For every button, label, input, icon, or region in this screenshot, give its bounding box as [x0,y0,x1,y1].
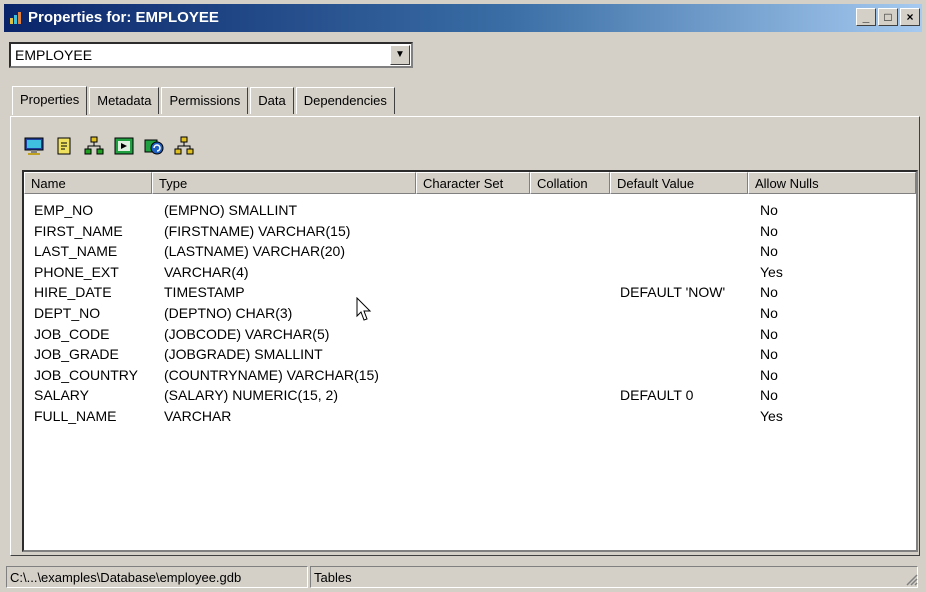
cell-type: (JOBGRADE) SMALLINT [164,346,323,363]
maximize-button[interactable]: □ [878,8,898,26]
cell-type: TIMESTAMP [164,284,245,301]
refresh-icon[interactable] [142,134,166,158]
object-selector-value: EMPLOYEE [15,47,93,63]
table-row[interactable]: FULL_NAME VARCHAR Yes [24,408,916,429]
window-title: Properties for: EMPLOYEE [28,9,219,26]
column-header-character-set[interactable]: Character Set [416,172,530,194]
table-row[interactable]: FIRST_NAME (FIRSTNAME) VARCHAR(15) No [24,223,916,244]
object-selector-dropdown[interactable]: EMPLOYEE ▼ [9,42,413,68]
cell-allow-nulls: No [760,222,778,239]
tab-dependencies[interactable]: Dependencies [295,87,395,114]
properties-window: Properties for: EMPLOYEE _ □ × EMPLOYEE … [0,0,926,592]
cell-name: FIRST_NAME [34,222,123,239]
column-header-default-value[interactable]: Default Value [610,172,748,194]
column-header-name[interactable]: Name [24,172,152,194]
cell-allow-nulls: No [760,243,778,260]
column-header-type[interactable]: Type [152,172,416,194]
cell-type: VARCHAR(4) [164,263,249,280]
table-row[interactable]: PHONE_EXT VARCHAR(4) Yes [24,264,916,285]
column-header-collation[interactable]: Collation [530,172,610,194]
cell-allow-nulls: No [760,305,778,321]
cell-name: SALARY [34,387,89,404]
cell-name: LAST_NAME [34,243,118,260]
cell-name: PHONE_EXT [34,263,119,280]
table-row[interactable]: HIRE_DATE TIMESTAMP DEFAULT 'NOW' No [24,284,916,305]
title-bar[interactable]: Properties for: EMPLOYEE _ □ × [4,4,922,32]
table-row[interactable]: JOB_COUNTRY (COUNTRYNAME) VARCHAR(15) No [24,367,916,388]
document-icon[interactable] [52,134,76,158]
cell-default-value: DEFAULT 0 [620,387,694,404]
cell-name: JOB_CODE [34,325,110,342]
resize-grip-icon[interactable] [906,574,918,586]
hierarchy-icon[interactable] [82,134,106,158]
status-bar: C:\...\examples\Database\employee.gdb Ta… [6,566,920,588]
cell-name: JOB_COUNTRY [34,366,138,383]
table-row[interactable]: EMP_NO (EMPNO) SMALLINT No [24,202,916,223]
cell-type: (JOBCODE) VARCHAR(5) [164,325,330,342]
cell-allow-nulls: No [760,387,778,404]
cell-name: FULL_NAME [34,408,117,424]
cell-allow-nulls: No [760,325,778,342]
cell-default-value: DEFAULT 'NOW' [620,284,726,301]
cell-type: (DEPTNO) CHAR(3) [164,305,293,321]
cell-type: (LASTNAME) VARCHAR(20) [164,243,345,260]
cell-name: HIRE_DATE [34,284,112,301]
status-section: Tables [310,566,918,588]
dropdown-arrow-icon[interactable]: ▼ [390,45,410,65]
tab-metadata[interactable]: Metadata [89,87,160,114]
cell-allow-nulls: Yes [760,263,783,280]
column-header-allow-nulls[interactable]: Allow Nulls [748,172,916,194]
status-path: C:\...\examples\Database\employee.gdb [6,566,308,588]
table-row[interactable]: SALARY (SALARY) NUMERIC(15, 2) DEFAULT 0 No [24,387,916,408]
tab-properties[interactable]: Properties [12,86,88,115]
cell-type: (SALARY) NUMERIC(15, 2) [164,387,339,404]
cell-type: (FIRSTNAME) VARCHAR(15) [164,222,351,239]
tree-icon[interactable] [172,134,196,158]
cell-name: EMP_NO [34,202,94,218]
toolbar [22,134,196,158]
cell-allow-nulls: No [760,366,778,383]
cell-type: VARCHAR [164,408,232,424]
cell-name: DEPT_NO [34,305,101,321]
chart-icon[interactable] [112,134,136,158]
cell-type: (EMPNO) SMALLINT [164,202,298,218]
tab-data[interactable]: Data [250,87,294,114]
cell-allow-nulls: No [760,202,778,218]
tab-strip: Properties Metadata Permissions Data Dep… [12,82,397,115]
close-button[interactable]: × [900,8,920,26]
cell-allow-nulls: No [760,284,778,301]
app-icon [10,12,21,24]
table-row[interactable]: JOB_GRADE (JOBGRADE) SMALLINT No [24,346,916,367]
columns-grid[interactable]: Name Type Character Set Collation Defaul… [22,170,918,552]
table-row[interactable]: LAST_NAME (LASTNAME) VARCHAR(20) No [24,243,916,264]
table-row[interactable]: DEPT_NO (DEPTNO) CHAR(3) No [24,305,916,326]
cell-allow-nulls: No [760,346,778,363]
mouse-cursor-icon [356,297,372,321]
cell-type: (COUNTRYNAME) VARCHAR(15) [164,366,379,383]
minimize-button[interactable]: _ [856,8,876,26]
monitor-icon[interactable] [22,134,46,158]
cell-name: JOB_GRADE [34,346,119,363]
tab-permissions[interactable]: Permissions [161,87,249,114]
table-row[interactable]: JOB_CODE (JOBCODE) VARCHAR(5) No [24,326,916,347]
cell-allow-nulls: Yes [760,408,783,424]
grid-header: Name Type Character Set Collation Defaul… [24,172,916,194]
